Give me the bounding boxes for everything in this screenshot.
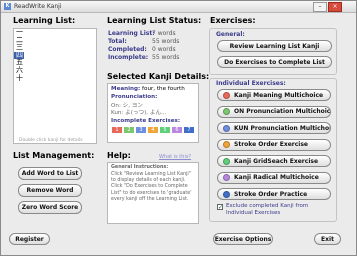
exercise-button-label: Stroke Order Practice (234, 190, 308, 198)
exercise-swatch-1: 1 (112, 127, 122, 133)
details-heading: Selected Kanji Details: (107, 72, 210, 81)
status-row-completed: Completed: 0 words (108, 46, 176, 53)
status-row-incomplete: Incomplete: 55 words (108, 54, 180, 61)
window-title: ReadWrite Kanji (14, 3, 62, 10)
status-heading: Learning List Status: (107, 16, 202, 25)
exit-button[interactable]: Exit (314, 233, 341, 245)
what-is-this-link[interactable]: What is this? (159, 154, 191, 160)
pronunciation-label: Pronunciation: (111, 94, 158, 100)
exercise-color-icon (223, 174, 230, 181)
exercise-swatch-7: 7 (184, 127, 194, 133)
help-body: Click "Review Learning List Kanji" to di… (111, 172, 192, 202)
list-item[interactable]: 六 (14, 66, 96, 75)
help-title: General Instructions: (111, 165, 169, 170)
exclude-completed-checkbox[interactable]: ✓ (217, 204, 223, 211)
help-heading: Help: (107, 151, 131, 160)
meaning-row: Meaning: four, the fourth (111, 86, 185, 92)
list-item[interactable]: 三 (14, 44, 96, 52)
exercise-color-icon (223, 91, 230, 99)
title-bar: K ReadWrite Kanji – × (1, 1, 356, 13)
minimize-icon[interactable]: – (313, 2, 327, 12)
exercise-color-icon (223, 157, 230, 165)
list-item[interactable]: 二 (14, 36, 96, 45)
exercise-color-icon (223, 124, 230, 132)
kun-pronunciation-button[interactable]: KUN Pronunciation Multichoice (217, 122, 331, 134)
exercise-button-label: Kanji Meaning Multichoice (234, 91, 324, 99)
general-label: General: (216, 31, 245, 38)
incomplete-exercises-label: Incomplete Exercises: (111, 118, 181, 124)
list-item[interactable]: 一 (14, 28, 96, 37)
learning-list-box[interactable]: 一 二 三 四 五 六 十 (13, 28, 97, 144)
do-exercises-button[interactable]: Do Exercises to Complete List (217, 56, 332, 68)
status-row-total: Total: 55 words (108, 38, 180, 45)
exercise-swatch-4: 4 (148, 127, 158, 133)
status-row-learning: Learning List:7 words (108, 30, 176, 37)
app-icon: K (4, 3, 11, 10)
list-management-heading: List Management: (13, 151, 95, 160)
exercise-color-icon (223, 190, 230, 198)
exercise-options-button[interactable]: Exercise Options (213, 233, 273, 245)
individual-label: Individual Exercises: (216, 80, 286, 87)
close-icon[interactable]: × (328, 2, 342, 12)
list-item[interactable]: 十 (14, 74, 96, 83)
add-word-button[interactable]: Add Word to List (18, 167, 82, 180)
stroke-order-exercise-button[interactable]: Stroke Order Exercise (217, 138, 331, 151)
exclude-completed-label: Exclude completed Kanji from Individual … (226, 203, 309, 216)
exercise-button-label: Kanji Radical Multichoice (234, 174, 319, 181)
kanji-radical-button[interactable]: Kanji Radical Multichoice (217, 171, 331, 184)
remove-word-button[interactable]: Remove Word (18, 184, 82, 197)
kanji-meaning-button[interactable]: Kanji Meaning Multichoice (217, 89, 331, 101)
kun-reading: Kun: よ(っつ), よん... (111, 110, 167, 116)
learning-list-heading: Learning List: (13, 16, 76, 25)
exercises-heading: Exercises: (210, 16, 256, 25)
exercise-color-icon (223, 108, 230, 115)
exercise-color-icon (223, 141, 230, 148)
zero-word-score-button[interactable]: Zero Word Score (18, 201, 82, 214)
on-pronunciation-button[interactable]: ON Pronunciation Multichoice (217, 105, 331, 118)
list-hint: Double click kanji for details (19, 138, 83, 143)
app-window: K ReadWrite Kanji – × Learning List: 一 二… (0, 0, 357, 256)
exercise-swatch-3: 3 (136, 127, 146, 133)
list-item[interactable]: 五 (14, 59, 96, 67)
exercise-button-label: KUN Pronunciation Multichoice (234, 124, 331, 132)
stroke-order-practice-button[interactable]: Stroke Order Practice (217, 188, 331, 200)
exercise-swatch-2: 2 (124, 127, 134, 133)
exercise-swatch-6: 6 (172, 127, 182, 133)
kanji-gridsearch-button[interactable]: Kanji GridSeach Exercise (217, 155, 331, 167)
exercise-button-label: ON Pronunciation Multichoice (234, 108, 331, 115)
review-learning-list-button[interactable]: Review Learning List Kanji (217, 40, 332, 52)
exercise-button-label: Stroke Order Exercise (234, 141, 308, 148)
register-button[interactable]: Register (9, 233, 50, 245)
exercise-swatch-5: 5 (160, 127, 170, 133)
exercise-button-label: Kanji GridSeach Exercise (234, 157, 319, 165)
